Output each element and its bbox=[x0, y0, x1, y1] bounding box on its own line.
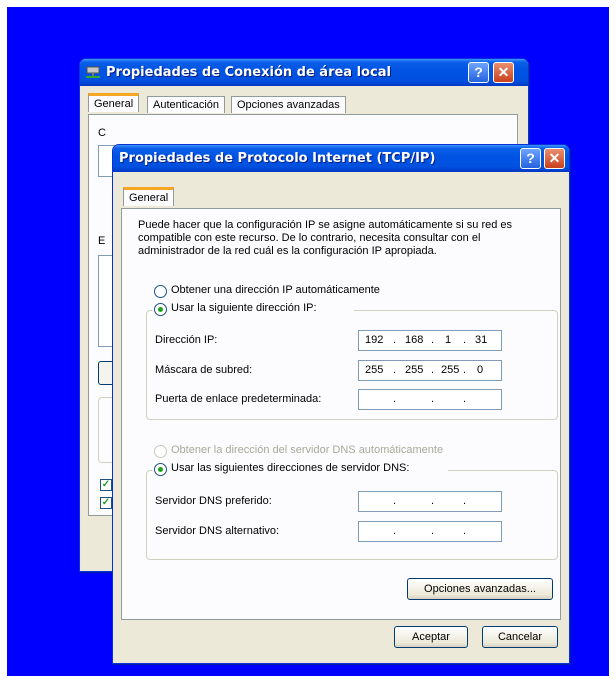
ok-button[interactable]: Aceptar bbox=[394, 626, 468, 648]
description-text: Puede hacer que la configuración IP se a… bbox=[138, 219, 513, 257]
ip-auto-label[interactable]: Obtener una dirección IP automáticamente bbox=[171, 284, 380, 296]
tcpip-properties-title: Propiedades de Protocolo Internet (TCP/I… bbox=[119, 151, 436, 166]
dns-auto-label[interactable]: Obtener la dirección del servidor DNS au… bbox=[171, 444, 443, 456]
help-button[interactable]: ? bbox=[520, 148, 541, 169]
subnet-field[interactable]: 255. 255. 255. 0 bbox=[358, 360, 502, 381]
ip-address-field[interactable]: 192. 168. 1. 31 bbox=[358, 330, 502, 351]
ip-manual-radio[interactable] bbox=[154, 303, 167, 316]
network-connection-icon bbox=[85, 65, 101, 79]
tcpip-properties-body: General Puede hacer que la configuración… bbox=[116, 172, 566, 660]
gateway-label: Puerta de enlace predeterminada: bbox=[155, 393, 322, 405]
tab-general[interactable]: General bbox=[88, 93, 140, 112]
tab-opciones-avanzadas[interactable]: Opciones avanzadas bbox=[231, 96, 346, 113]
gateway-field[interactable]: ... bbox=[358, 389, 502, 410]
dns-preferred-label: Servidor DNS preferido: bbox=[155, 495, 272, 507]
dns-alternate-label: Servidor DNS alternativo: bbox=[155, 525, 280, 537]
help-button[interactable]: ? bbox=[468, 62, 489, 83]
tab-autenticacion[interactable]: Autenticación bbox=[147, 96, 226, 113]
ip-address-label: Dirección IP: bbox=[155, 334, 218, 346]
close-button[interactable]: ✕ bbox=[544, 148, 565, 169]
close-button[interactable]: ✕ bbox=[493, 62, 514, 83]
partial-label-e: E bbox=[98, 235, 106, 247]
dns-alternate-field[interactable]: ... bbox=[358, 521, 502, 542]
tcpip-general-panel: Puede hacer que la configuración IP se a… bbox=[121, 208, 561, 620]
dns-manual-group bbox=[146, 470, 558, 560]
lan-properties-titlebar[interactable]: Propiedades de Conexión de área local ? … bbox=[80, 59, 528, 86]
cancel-button[interactable]: Cancelar bbox=[482, 626, 558, 648]
dns-preferred-field[interactable]: ... bbox=[358, 491, 502, 512]
partial-checkbox-1: ✓ bbox=[100, 479, 112, 491]
partial-label-c: C bbox=[98, 127, 106, 139]
lan-properties-title: Propiedades de Conexión de área local bbox=[106, 65, 391, 80]
dns-manual-label[interactable]: Usar las siguientes direcciones de servi… bbox=[171, 462, 409, 474]
partial-checkbox-2: ✓ bbox=[100, 497, 112, 509]
subnet-label: Máscara de subred: bbox=[155, 364, 253, 376]
tab-general[interactable]: General bbox=[123, 187, 175, 206]
dns-manual-radio[interactable] bbox=[154, 463, 167, 476]
ip-manual-label[interactable]: Usar la siguiente dirección IP: bbox=[171, 302, 317, 314]
dns-auto-radio[interactable] bbox=[154, 445, 167, 458]
tcpip-properties-window: Propiedades de Protocolo Internet (TCP/I… bbox=[112, 144, 570, 664]
tcpip-properties-titlebar[interactable]: Propiedades de Protocolo Internet (TCP/I… bbox=[113, 145, 569, 172]
advanced-options-button[interactable]: Opciones avanzadas... bbox=[407, 578, 553, 600]
ip-auto-radio[interactable] bbox=[154, 285, 167, 298]
